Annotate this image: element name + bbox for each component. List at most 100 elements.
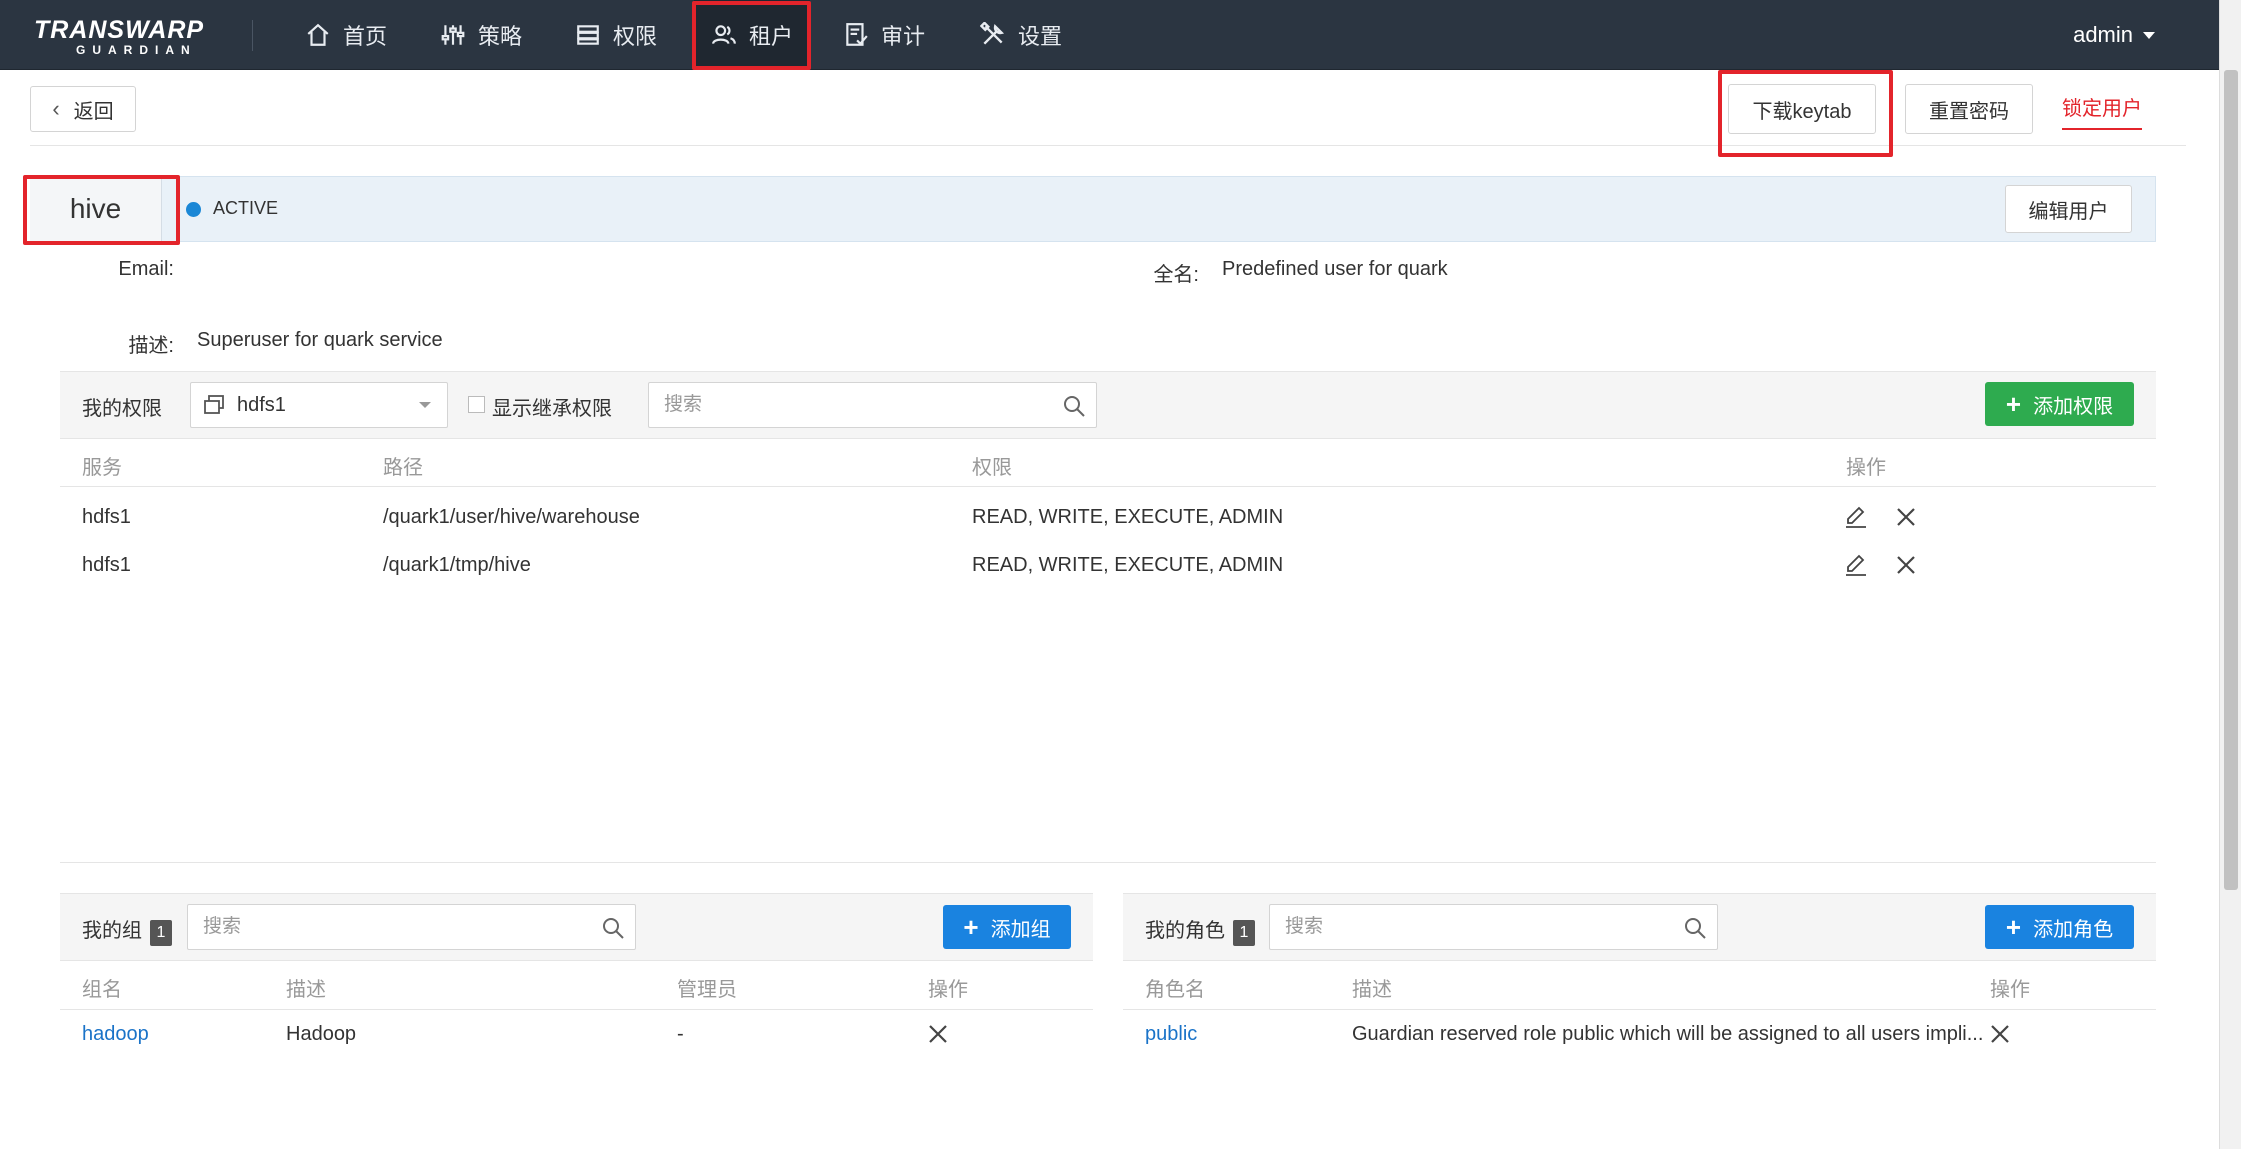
group-desc: Hadoop	[286, 1023, 357, 1045]
table-divider	[60, 1009, 1093, 1010]
caret-down-icon	[2143, 31, 2155, 39]
delete-x-icon[interactable]	[1894, 553, 1918, 577]
chevron-left-icon: ‹	[52, 96, 60, 121]
nav-divider	[252, 20, 253, 51]
status-text: ACTIVE	[213, 198, 279, 218]
user-menu[interactable]: admin	[2073, 0, 2155, 70]
group-name-link[interactable]: hadoop	[82, 1023, 149, 1046]
user-header-bar	[30, 176, 2156, 242]
permissions-title: 我的权限	[82, 398, 162, 420]
table-divider	[60, 486, 2156, 487]
nav-label-policy: 策略	[478, 24, 523, 49]
roles-title-text: 我的角色	[1145, 920, 1225, 942]
nav-label-audit: 审计	[881, 24, 926, 49]
page-scrollbar[interactable]	[2219, 0, 2241, 1149]
nav-label-home: 首页	[343, 24, 388, 49]
edit-pencil-icon[interactable]	[1844, 505, 1868, 529]
nav-item-audit[interactable]: 审计	[843, 0, 925, 70]
add-group-button[interactable]: + 添加组	[943, 905, 1071, 949]
permissions-search-input[interactable]	[649, 383, 1096, 427]
permission-row-service: hdfs1	[82, 506, 131, 528]
scrollbar-thumb[interactable]	[2224, 70, 2238, 890]
inherit-checkbox-label[interactable]: 显示继承权限	[492, 392, 612, 421]
column-header-service: 服务	[82, 457, 122, 479]
search-icon[interactable]	[1683, 916, 1707, 940]
sliders-icon	[441, 25, 465, 45]
nav-label-tenant: 租户	[748, 24, 793, 49]
column-header-role-name: 角色名	[1145, 979, 1205, 1001]
nav-item-settings[interactable]: 设置	[980, 0, 1062, 70]
home-icon	[307, 23, 329, 46]
service-select-value: hdfs1	[237, 393, 286, 416]
roles-search[interactable]	[1269, 904, 1718, 950]
transwarp-logo[interactable]: TRANSWARP GUARDIAN	[34, 16, 224, 57]
download-keytab-button[interactable]: 下载keytab	[1728, 84, 1876, 134]
permission-row-path: /quark1/tmp/hive	[383, 554, 531, 576]
groups-search[interactable]	[187, 904, 636, 950]
fullname-label: 全名:	[1153, 264, 1199, 286]
delete-x-icon[interactable]	[1988, 1022, 2012, 1046]
add-permission-label: 添加权限	[2033, 395, 2114, 418]
groups-search-input[interactable]	[188, 905, 635, 949]
status-dot	[186, 202, 201, 217]
back-label: 返回	[73, 100, 114, 123]
logo-sub-text: GUARDIAN	[76, 43, 197, 57]
roles-count-badge: 1	[1233, 920, 1255, 946]
nav-item-permission[interactable]: 权限	[575, 0, 657, 70]
inherit-checkbox[interactable]	[468, 396, 485, 413]
column-header-group-desc: 描述	[286, 979, 326, 1001]
description-label: 描述:	[128, 335, 174, 357]
nav-item-policy[interactable]: 策略	[440, 0, 522, 70]
lock-user-link[interactable]: 锁定用户	[2062, 84, 2142, 130]
fullname-value: Predefined user for quark	[1222, 258, 1448, 280]
users-icon	[712, 25, 736, 45]
nav-label-permission: 权限	[613, 24, 658, 49]
windows-icon	[204, 395, 224, 414]
role-name-link[interactable]: public	[1145, 1023, 1197, 1046]
column-header-path: 路径	[383, 457, 423, 479]
delete-x-icon[interactable]	[1894, 505, 1918, 529]
logo-main-text: TRANSWARP	[34, 16, 205, 44]
edit-user-button[interactable]: 编辑用户	[2005, 185, 2132, 233]
permissions-search[interactable]	[648, 382, 1097, 428]
add-permission-button[interactable]: + 添加权限	[1985, 382, 2134, 426]
section-divider	[60, 862, 2156, 863]
groups-count-badge: 1	[150, 920, 172, 946]
permission-row-path: /quark1/user/hive/warehouse	[383, 506, 640, 528]
permission-row-perms: READ, WRITE, EXECUTE, ADMIN	[972, 554, 1284, 576]
reset-password-button[interactable]: 重置密码	[1905, 84, 2033, 134]
column-header-permission: 权限	[972, 457, 1012, 479]
role-desc: Guardian reserved role public which will…	[1352, 1023, 1984, 1045]
add-role-label: 添加角色	[2033, 918, 2114, 941]
column-header-group-admin: 管理员	[677, 979, 737, 1001]
back-button[interactable]: ‹ 返回	[30, 86, 136, 132]
table-divider	[1123, 1009, 2156, 1010]
group-admin: -	[677, 1023, 684, 1045]
plus-icon: +	[2005, 389, 2022, 419]
column-header-actions: 操作	[1846, 457, 1886, 479]
permission-row-perms: READ, WRITE, EXECUTE, ADMIN	[972, 506, 1284, 528]
description-value: Superuser for quark service	[197, 329, 443, 351]
edit-pencil-icon[interactable]	[1844, 553, 1868, 577]
tools-icon	[980, 22, 1005, 45]
plus-icon: +	[2005, 912, 2022, 942]
column-header-group-actions: 操作	[928, 979, 968, 1001]
search-icon[interactable]	[1062, 394, 1086, 418]
email-label: Email:	[118, 258, 174, 280]
divider	[30, 145, 2186, 146]
column-header-role-desc: 描述	[1352, 979, 1392, 1001]
groups-title: 我的组 1	[82, 914, 172, 946]
nav-item-tenant[interactable]: 租户	[694, 0, 810, 70]
nav-item-home[interactable]: 首页	[305, 0, 387, 70]
add-group-label: 添加组	[990, 918, 1051, 941]
delete-x-icon[interactable]	[926, 1022, 950, 1046]
user-name: hive	[30, 176, 162, 242]
roles-title: 我的角色 1	[1145, 914, 1255, 946]
search-icon[interactable]	[601, 916, 625, 940]
column-header-role-actions: 操作	[1990, 979, 2030, 1001]
add-role-button[interactable]: + 添加角色	[1985, 905, 2134, 949]
nav-label-settings: 设置	[1018, 24, 1063, 49]
service-select[interactable]: hdfs1	[190, 382, 448, 428]
audit-icon	[846, 23, 868, 46]
roles-search-input[interactable]	[1270, 905, 1717, 949]
